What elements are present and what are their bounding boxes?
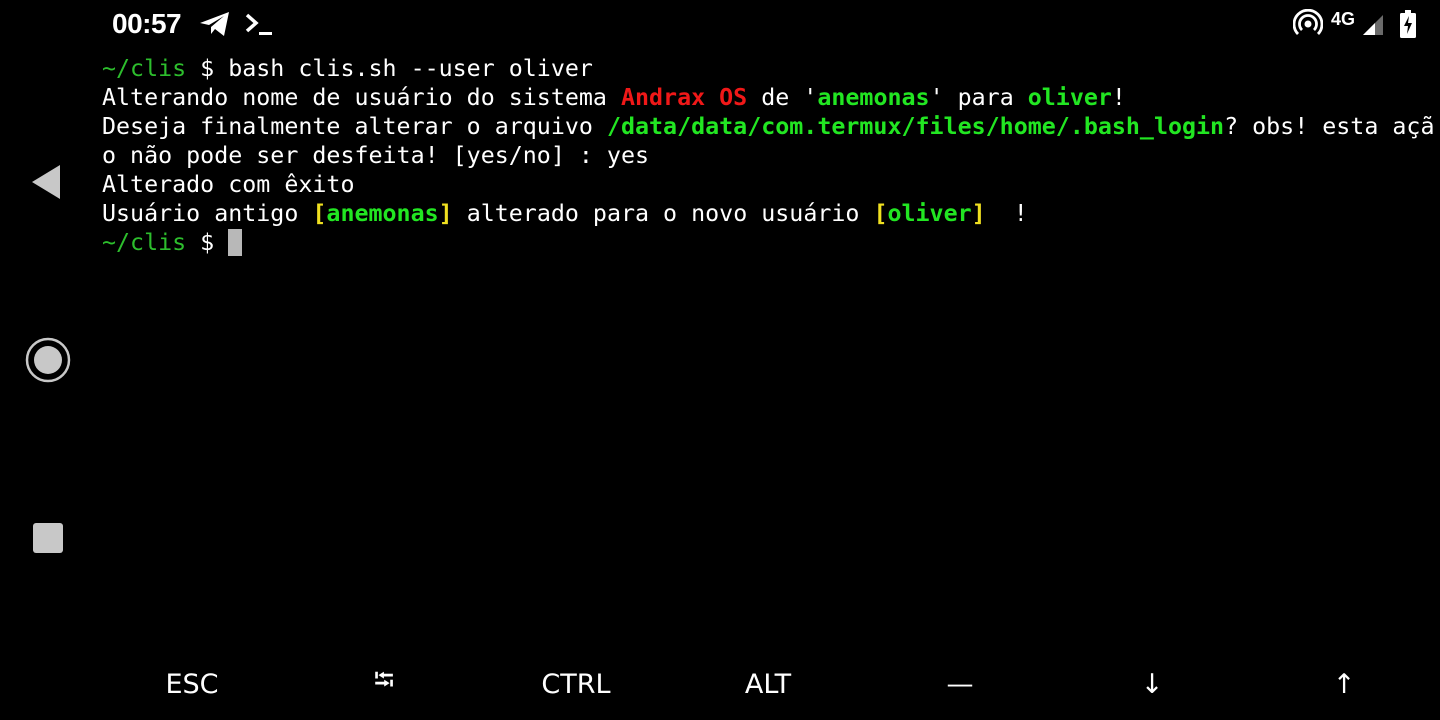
output-text: Alterando nome de usuário do sistema: [102, 84, 621, 111]
back-icon[interactable]: [30, 163, 62, 201]
dash-key[interactable]: —: [864, 648, 1056, 720]
status-time: 00:57: [112, 8, 182, 39]
bracket: ]: [438, 200, 453, 227]
esc-key[interactable]: ESC: [96, 648, 288, 720]
bracket: ]: [971, 200, 986, 227]
new-username: oliver: [887, 200, 972, 227]
output-text: !: [985, 200, 1028, 227]
old-username: anemonas: [817, 84, 930, 111]
network-type-label: 4G: [1331, 9, 1356, 29]
output-text: alterado para o novo usuário: [452, 200, 874, 227]
output-text: o não pode ser desfeita! [yes/no] : yes: [102, 142, 650, 169]
output-text: ' para: [929, 84, 1028, 111]
signal-icon: [1363, 15, 1383, 35]
terminal-line: ~/clis $ bash clis.sh --user oliver: [102, 54, 1440, 83]
alt-key[interactable]: ALT: [672, 648, 864, 720]
recents-icon[interactable]: [33, 523, 63, 553]
terminal-line: Deseja finalmente alterar o arquivo /dat…: [102, 112, 1440, 141]
text-cursor: [228, 229, 243, 256]
extra-keys-row: ESC ⭾ CTRL ALT — ↓ ↑: [96, 648, 1440, 720]
hotspot-icon: [1293, 9, 1323, 35]
output-text: de ': [747, 84, 818, 111]
output-text: !: [1111, 84, 1126, 111]
prompt-directory: ~/clis: [102, 55, 187, 82]
home-icon[interactable]: [25, 337, 71, 383]
battery-charging-icon: [1400, 10, 1416, 38]
output-text: ? obs! esta açã: [1224, 113, 1435, 140]
terminal-line: Alterado com êxito: [102, 170, 1440, 199]
file-path: /data/data/com.termux/files/home/.bash_l…: [606, 113, 1225, 140]
bracket: [: [873, 200, 888, 227]
arrow-down-key[interactable]: ↓: [1056, 648, 1248, 720]
terminal-line: o não pode ser desfeita! [yes/no] : yes: [102, 141, 1440, 170]
os-name: Andrax OS: [620, 84, 748, 111]
terminal-line: Alterando nome de usuário do sistema And…: [102, 83, 1440, 112]
terminal-output[interactable]: ~/clis $ bash clis.sh --user oliver Alter…: [102, 54, 1440, 644]
prompt-symbol: $: [186, 55, 229, 82]
output-text: Usuário antigo: [102, 200, 313, 227]
command-text: bash clis.sh --user oliver: [228, 55, 593, 82]
telegram-icon: [200, 12, 229, 36]
prompt-directory: ~/clis: [102, 229, 187, 256]
terminal-line: ~/clis $: [102, 228, 1440, 257]
terminal-line: Usuário antigo [anemonas] alterado para …: [102, 199, 1440, 228]
old-username: anemonas: [326, 200, 439, 227]
android-screen: 00:57 4G ~/clis $ bash clis.sh --user ol…: [0, 0, 1440, 720]
output-text: Alterado com êxito: [102, 171, 355, 198]
prompt-symbol: $: [186, 229, 229, 256]
new-username: oliver: [1027, 84, 1112, 111]
tab-key[interactable]: ⭾: [288, 648, 480, 720]
arrow-up-key[interactable]: ↑: [1248, 648, 1440, 720]
output-text: Deseja finalmente alterar o arquivo: [102, 113, 607, 140]
bracket: [: [312, 200, 327, 227]
ctrl-key[interactable]: CTRL: [480, 648, 672, 720]
terminal-prompt-icon: [245, 13, 272, 35]
